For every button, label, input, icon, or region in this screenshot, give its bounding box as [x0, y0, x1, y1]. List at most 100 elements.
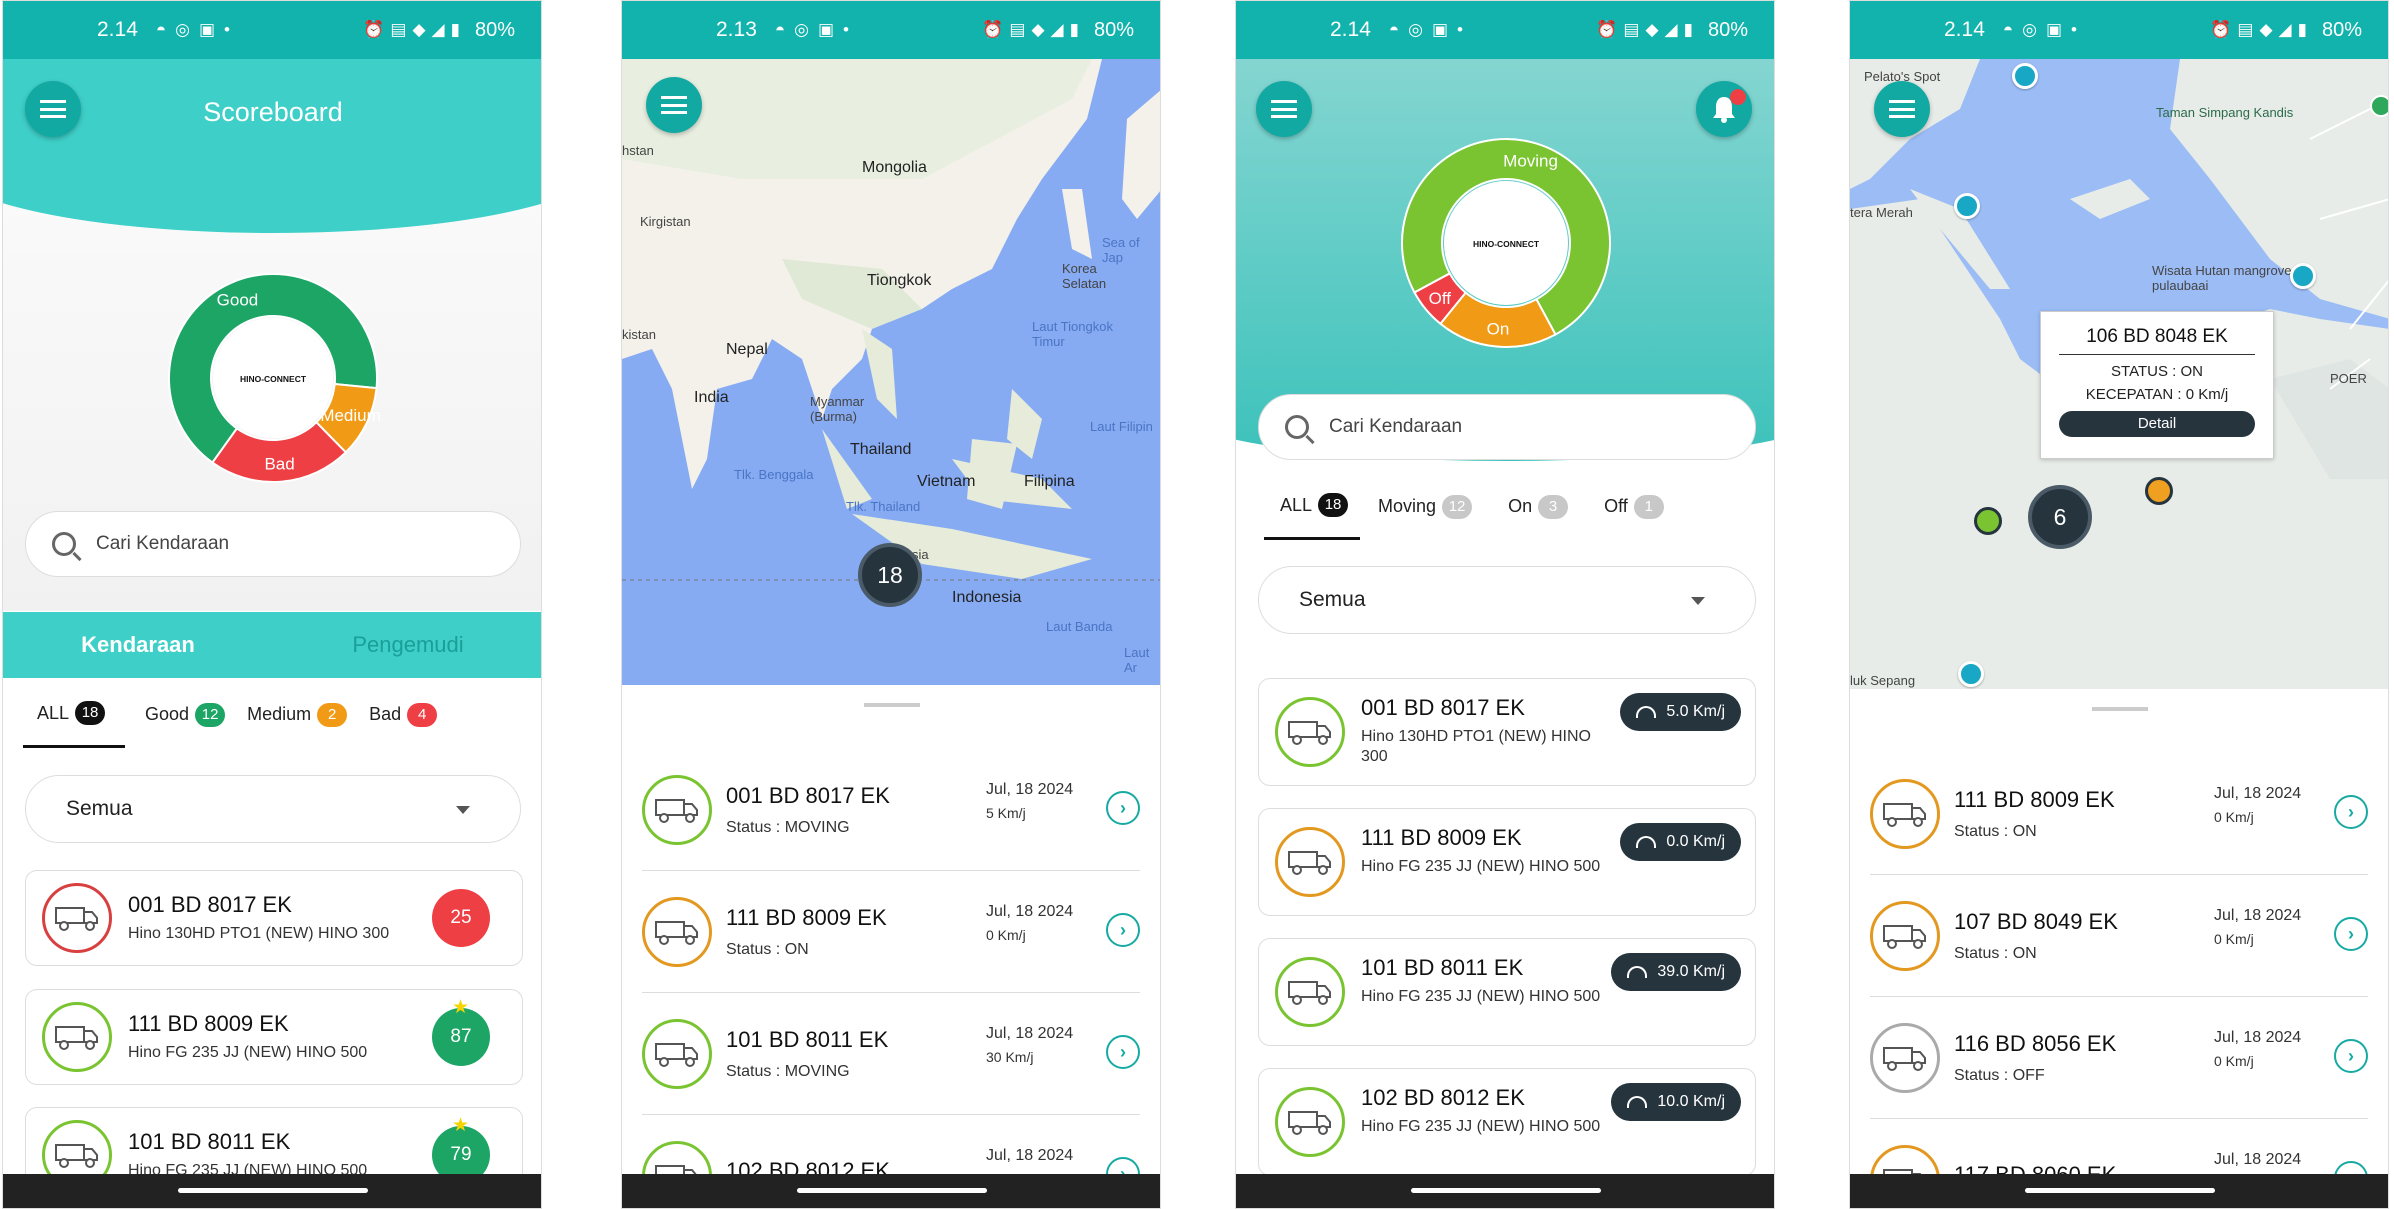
menu-button[interactable]	[1874, 81, 1930, 137]
tab-good[interactable]: Good 12	[145, 701, 226, 748]
chevron-right-icon[interactable]: ›	[1106, 913, 1140, 947]
vehicle-status: Status : MOVING	[726, 818, 850, 836]
poi-camera-icon[interactable]	[1954, 193, 1980, 219]
tab-all[interactable]: ALL 18	[1264, 493, 1361, 540]
vehicle-status: Status : MOVING	[726, 1062, 850, 1080]
truck-glyph	[55, 1144, 98, 1168]
poi-camera-icon[interactable]	[2012, 63, 2038, 89]
vehicle-card[interactable]: 111 BD 8009 EK Hino FG 235 JJ (NEW) HINO …	[25, 989, 523, 1085]
phone-fleet-status: 2.14 ◓◎▣• ⏰▤◆◢▮ 80% Moving On Off HINO-CONNE…	[1235, 0, 1775, 1209]
count-badge: 18	[75, 701, 106, 725]
vehicle-marker-on[interactable]	[2145, 477, 2173, 505]
menu-icon	[661, 96, 687, 114]
tab-all[interactable]: ALL 18	[23, 701, 126, 748]
vehicle-card[interactable]: 102 BD 8012 EK Hino FG 235 JJ (NEW) HINO …	[1258, 1068, 1756, 1176]
tab-moving[interactable]: Moving 12	[1378, 493, 1473, 540]
park-pin-icon[interactable]	[2370, 95, 2388, 117]
segment-vehicles[interactable]: Kendaraan	[3, 612, 273, 678]
map-label: kistan	[622, 327, 656, 342]
phone-map-overview: 2.13 ◓◎▣• ⏰▤◆◢▮ 80% hstan Mongolia Kirgis…	[621, 0, 1161, 1209]
count-badge: 12	[195, 702, 226, 727]
category-select[interactable]: Semua	[1258, 566, 1756, 634]
map-label: Nepal	[726, 341, 768, 358]
vehicle-row[interactable]: 101 BD 8011 EK Status : MOVING Jul, 18 202…	[642, 993, 1140, 1115]
filter-tabs: ALL 18 Good 12 Medium 2 Bad 4	[23, 701, 438, 748]
tab-on[interactable]: On 3	[1508, 493, 1569, 540]
vehicle-model: Hino FG 235 JJ (NEW) HINO 500	[128, 1044, 368, 1061]
map-label: Myanmar (Burma)	[810, 394, 865, 424]
count-badge: 18	[1318, 493, 1349, 517]
vehicle-card[interactable]: 001 BD 8017 EK Hino 130HD PTO1 (NEW) HINO…	[25, 870, 523, 966]
vehicle-row[interactable]: 111 BD 8009 EK Status : ON Jul, 18 2024 0 K…	[642, 871, 1140, 993]
score-badge: 25	[432, 889, 490, 947]
page-title: Scoreboard	[203, 97, 343, 127]
vehicle-card[interactable]: 111 BD 8009 EK Hino FG 235 JJ (NEW) HINO …	[1258, 808, 1756, 916]
truck-icon	[642, 774, 712, 845]
sheet-drag-handle[interactable]	[864, 703, 920, 707]
notification-button[interactable]	[1696, 81, 1752, 137]
tab-medium[interactable]: Medium 2	[247, 701, 348, 748]
vehicle-plate: 116 BD 8056 EK	[1954, 1030, 2117, 1056]
search-field[interactable]: Cari Kendaraan	[1258, 394, 1756, 460]
map-view[interactable]: Pelato's Spot Taman Simpang Kandis tera …	[1850, 59, 2388, 689]
vehicle-speed: 0 Km/j	[2214, 809, 2254, 825]
truck-glyph	[55, 1026, 98, 1050]
score-badge: 87	[450, 1026, 472, 1047]
vehicle-info-popup: 106 BD 8048 EK STATUS : ON KECEPATAN : 0…	[2040, 311, 2274, 459]
truck-icon	[1275, 1087, 1345, 1157]
home-indicator[interactable]	[2025, 1188, 2215, 1193]
vehicle-plate: 101 BD 8011 EK	[726, 1026, 889, 1052]
map-label: Filipina	[1024, 473, 1075, 490]
vehicle-row[interactable]: 107 BD 8049 EK Status : ON Jul, 18 2024 0 K…	[1870, 875, 2368, 997]
status-donut-chart: Moving On Off HINO-CONNECT	[1401, 138, 1611, 348]
chevron-right-icon[interactable]: ›	[2334, 917, 2368, 951]
home-indicator[interactable]	[797, 1188, 987, 1193]
vehicle-plate: 102 BD 8012 EK	[1361, 1085, 1525, 1110]
truck-glyph	[1883, 802, 1926, 827]
status-bar: 2.14 ◓◎▣• ⏰▤◆◢▮ 80%	[1236, 1, 1774, 59]
vehicle-cluster-marker[interactable]: 18	[858, 543, 922, 607]
vehicle-plate: 101 BD 8011 EK	[128, 1129, 291, 1154]
vehicle-marker-moving[interactable]	[1974, 507, 2002, 535]
vehicle-plate: 001 BD 8017 EK	[1361, 695, 1525, 720]
search-field[interactable]: Cari Kendaraan	[25, 511, 521, 577]
sheet-drag-handle[interactable]	[2092, 707, 2148, 711]
vehicle-plate: 107 BD 8049 EK	[1954, 908, 2118, 934]
truck-icon	[1275, 697, 1345, 767]
last-update-date: Jul, 18 2024	[2214, 907, 2302, 924]
vehicle-row[interactable]: 116 BD 8056 EK Status : OFF Jul, 18 2024 0 …	[1870, 997, 2368, 1119]
home-indicator[interactable]	[178, 1188, 368, 1193]
vehicle-plate: 111 BD 8009 EK	[726, 904, 887, 930]
vehicle-plate: 111 BD 8009 EK	[1361, 825, 1522, 850]
map-label: luk Sepang	[1850, 673, 1916, 688]
vehicle-row[interactable]: 111 BD 8009 EK Status : ON Jul, 18 2024 0 K…	[1870, 753, 2368, 875]
count-badge: 12	[1442, 494, 1473, 519]
tab-off[interactable]: Off 1	[1604, 493, 1664, 540]
poi-camera-icon[interactable]	[1958, 661, 1984, 687]
vehicle-row[interactable]: 001 BD 8017 EK Status : MOVING Jul, 18 202…	[642, 749, 1140, 871]
vehicle-card[interactable]: 001 BD 8017 EK Hino 130HD PTO1 (NEW) HINO…	[1258, 678, 1756, 786]
home-indicator[interactable]	[1411, 1188, 1601, 1193]
system-icons: ⏰▤◆◢▮	[363, 20, 466, 39]
chevron-right-icon[interactable]: ›	[1106, 791, 1140, 825]
map-view[interactable]: hstan Mongolia Kirgistan Tiongkok Korea …	[622, 59, 1160, 685]
gesture-bar	[622, 1174, 1160, 1208]
chevron-right-icon[interactable]: ›	[2334, 795, 2368, 829]
vehicle-cluster-marker[interactable]: 6	[2028, 485, 2092, 549]
chevron-right-icon[interactable]: ›	[1106, 1035, 1140, 1069]
menu-button[interactable]	[25, 81, 81, 137]
poi-camera-icon[interactable]	[2290, 263, 2316, 289]
last-update-date: Jul, 18 2024	[986, 903, 1074, 920]
detail-button[interactable]: Detail	[2059, 411, 2255, 437]
menu-button[interactable]	[646, 77, 702, 133]
segment-drivers[interactable]: Pengemudi	[273, 612, 541, 678]
vehicle-model: Hino FG 235 JJ (NEW) HINO 500	[1361, 1118, 1601, 1135]
chevron-right-icon[interactable]: ›	[2334, 1039, 2368, 1073]
map-label: Laut Banda	[1046, 619, 1113, 634]
vehicle-card[interactable]: 101 BD 8011 EK Hino FG 235 JJ (NEW) HINO …	[1258, 938, 1756, 1046]
popup-status: STATUS : ON	[2111, 363, 2203, 380]
tab-bad[interactable]: Bad 4	[369, 701, 438, 748]
category-select[interactable]: Semua	[25, 775, 521, 843]
menu-button[interactable]	[1256, 81, 1312, 137]
truck-icon	[642, 1018, 712, 1089]
